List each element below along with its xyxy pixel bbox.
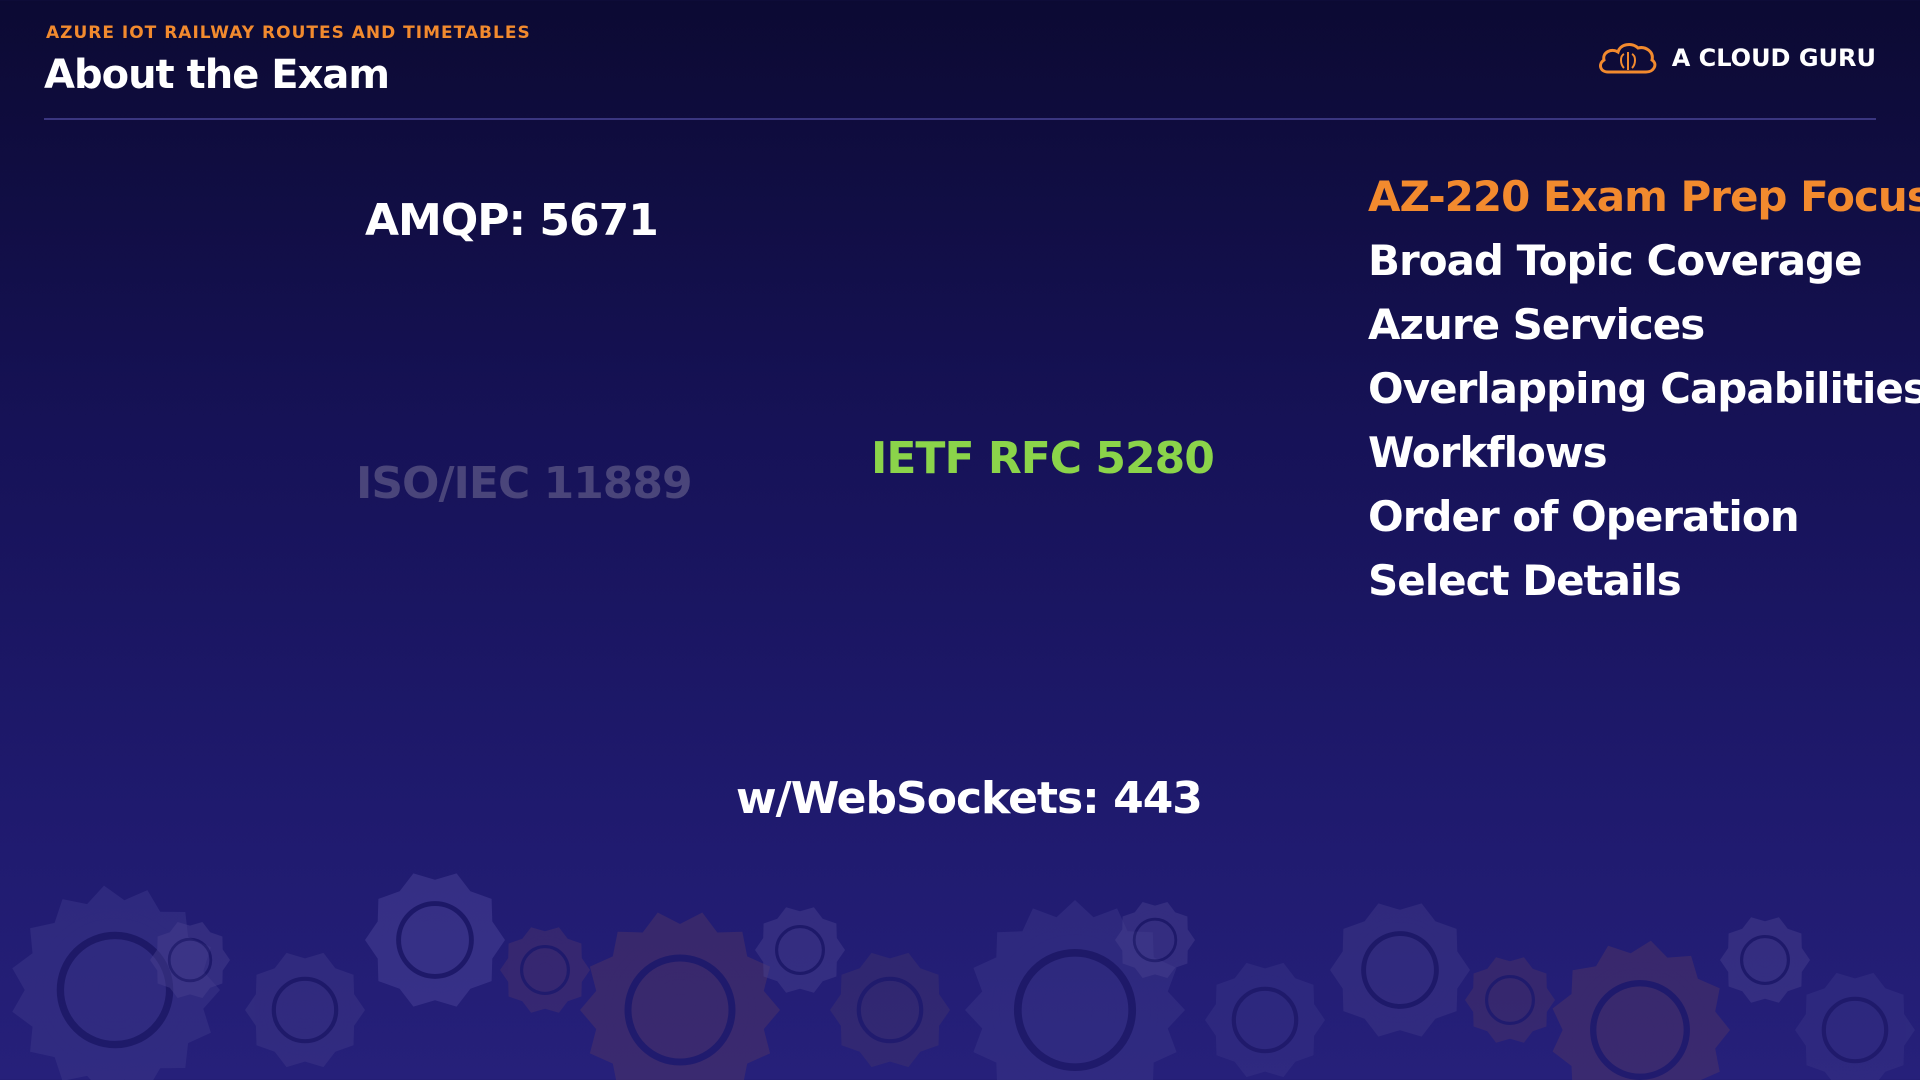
brand: A CLOUD GURU bbox=[1596, 38, 1876, 78]
brand-name: A CLOUD GURU bbox=[1671, 44, 1876, 72]
header-divider bbox=[44, 118, 1876, 120]
gears-icon bbox=[12, 873, 1915, 1080]
focus-item-order-of-operation: Order of Operation bbox=[1368, 492, 1800, 541]
slide-title: About the Exam bbox=[44, 52, 390, 98]
cloud-brain-icon bbox=[1596, 38, 1660, 78]
slide-subtitle: AZURE IOT RAILWAY ROUTES AND TIMETABLES bbox=[46, 23, 531, 43]
focus-item-broad-topic-coverage: Broad Topic Coverage bbox=[1368, 236, 1863, 285]
amqp-port-label: AMQP: 5671 bbox=[365, 195, 659, 246]
focus-item-overlapping-capabilities: Overlapping Capabilities bbox=[1368, 364, 1920, 413]
focus-item-select-details: Select Details bbox=[1368, 556, 1682, 605]
focus-item-workflows: Workflows bbox=[1368, 428, 1608, 477]
exam-focus-heading: AZ-220 Exam Prep Focus bbox=[1368, 172, 1920, 221]
websockets-port-label: w/WebSockets: 443 bbox=[736, 773, 1203, 824]
iso-standard-label: ISO/IEC 11889 bbox=[356, 458, 693, 509]
ietf-rfc-label: IETF RFC 5280 bbox=[871, 433, 1215, 484]
focus-item-azure-services: Azure Services bbox=[1368, 300, 1705, 349]
exam-focus-list: AZ-220 Exam Prep Focus Broad Topic Cover… bbox=[1368, 168, 1920, 616]
